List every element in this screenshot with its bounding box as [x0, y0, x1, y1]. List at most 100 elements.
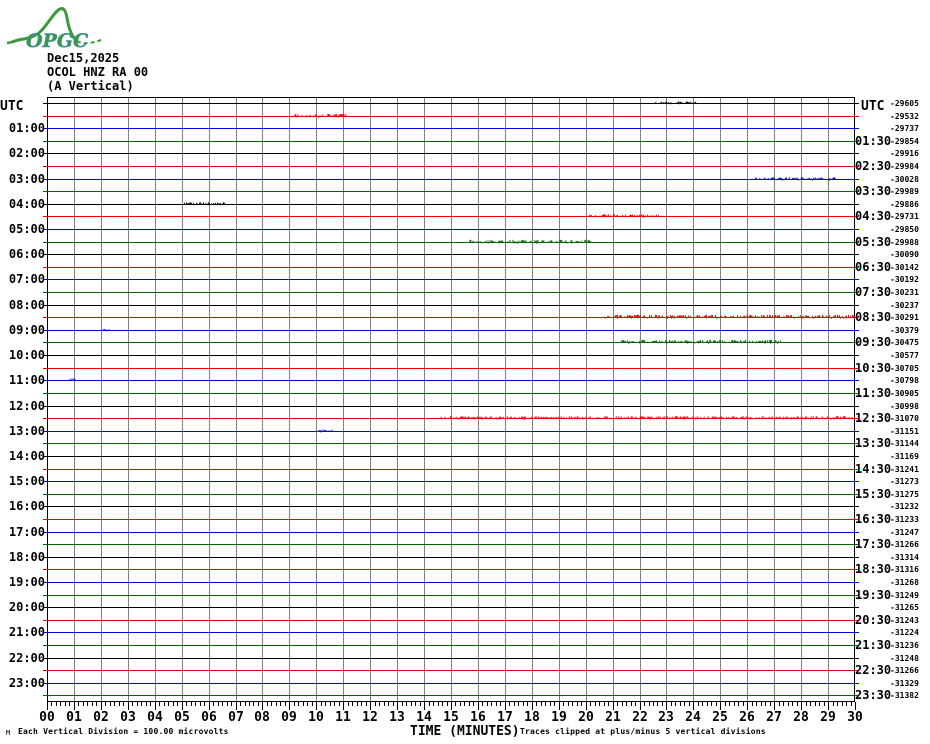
minute-label: 27	[766, 710, 782, 725]
trace-mean-count: -31329	[890, 678, 919, 688]
right-hour-label: 20:30	[855, 612, 892, 627]
trace-mean-count: -29984	[890, 161, 919, 171]
right-hour-label: 11:30	[855, 385, 892, 400]
trace-mean-count: -31249	[890, 590, 919, 600]
trace-mean-count: -29854	[890, 136, 919, 146]
trace-mean-count: -31236	[890, 640, 919, 650]
trace-mean-count: -31275	[890, 489, 919, 499]
trace-mean-count: -30705	[890, 363, 919, 373]
right-hour-label: 16:30	[855, 511, 892, 526]
minute-label: 17	[497, 710, 513, 725]
trace-mean-count: -30237	[890, 300, 919, 310]
trace-mean-count: -30998	[890, 401, 919, 411]
left-hour-label: 06:00	[8, 246, 45, 261]
trace-mean-count: -31151	[890, 426, 919, 436]
minute-label: 18	[524, 710, 540, 725]
trace-mean-count: -31247	[890, 527, 919, 537]
trace-mean-count: -29605	[890, 98, 919, 108]
trace-mean-count: -29737	[890, 123, 919, 133]
trace-mean-count: -29886	[890, 199, 919, 209]
minute-label: 20	[578, 710, 594, 725]
trace-mean-count: -31265	[890, 602, 919, 612]
left-hour-label: 02:00	[8, 145, 45, 160]
left-hour-label: 22:00	[8, 650, 45, 665]
minute-label: 09	[281, 710, 297, 725]
right-hour-label: 19:30	[855, 587, 892, 602]
right-hour-label: 13:30	[855, 435, 892, 450]
right-hour-label: 15:30	[855, 486, 892, 501]
minute-label: 21	[605, 710, 621, 725]
trace-mean-count: -30192	[890, 274, 919, 284]
trace-mean-count: -31266	[890, 539, 919, 549]
right-hour-label: 23:30	[855, 687, 892, 702]
trace-mean-count: -31316	[890, 564, 919, 574]
minute-label: 00	[39, 710, 55, 725]
trace-mean-count: -31070	[890, 413, 919, 423]
left-hour-label: 20:00	[8, 599, 45, 614]
trace-mean-count: -29988	[890, 237, 919, 247]
minute-label: 19	[551, 710, 567, 725]
bottom-axis-title: TIME (MINUTES)	[410, 724, 520, 739]
minute-label: 26	[739, 710, 755, 725]
minute-label: 14	[416, 710, 432, 725]
trace-mean-count: -30475	[890, 337, 919, 347]
minute-label: 11	[335, 710, 351, 725]
right-hour-label: 09:30	[855, 334, 892, 349]
right-hour-label: 12:30	[855, 410, 892, 425]
minute-label: 30	[847, 710, 863, 725]
right-hour-label: 17:30	[855, 536, 892, 551]
right-hour-label: 06:30	[855, 259, 892, 274]
minute-label: 04	[147, 710, 163, 725]
trace-mean-count: -29916	[890, 148, 919, 158]
minute-label: 13	[389, 710, 405, 725]
minute-label: 12	[362, 710, 378, 725]
footer-scale-note: Each Vertical Division = 100.00 microvol…	[18, 727, 229, 736]
right-hour-label: 05:30	[855, 234, 892, 249]
minute-label: 16	[470, 710, 486, 725]
right-hour-label: 21:30	[855, 637, 892, 652]
trace-mean-count: -31248	[890, 653, 919, 663]
trace-mean-count: -31224	[890, 627, 919, 637]
seismic-event	[439, 416, 855, 420]
right-hour-label: 02:30	[855, 158, 892, 173]
left-hour-label: 13:00	[8, 423, 45, 438]
trace-mean-count: -31241	[890, 464, 919, 474]
right-hour-label: 03:30	[855, 183, 892, 198]
trace-mean-count: -30291	[890, 312, 919, 322]
left-hour-label: 07:00	[8, 271, 45, 286]
trace-mean-count: -30905	[890, 388, 919, 398]
left-hour-label: 17:00	[8, 524, 45, 539]
minute-label: 22	[632, 710, 648, 725]
left-hour-label: 08:00	[8, 297, 45, 312]
left-hour-label: 11:00	[8, 372, 45, 387]
left-hour-label: 19:00	[8, 574, 45, 589]
left-hour-label: 03:00	[8, 171, 45, 186]
trace-mean-count: -30379	[890, 325, 919, 335]
trace-mean-count: -29532	[890, 111, 919, 121]
trace-mean-count: -30577	[890, 350, 919, 360]
minute-label: 23	[658, 710, 674, 725]
minute-label: 08	[254, 710, 270, 725]
minute-label: 15	[443, 710, 459, 725]
trace-mean-count: -31266	[890, 665, 919, 675]
seismic-event	[469, 239, 592, 244]
trace-mean-count: -29731	[890, 211, 919, 221]
left-hour-label: 16:00	[8, 498, 45, 513]
seismic-event	[294, 113, 347, 118]
footer-corner-mark: M	[6, 729, 11, 737]
left-hour-label: 23:00	[8, 675, 45, 690]
trace-mean-count: -31382	[890, 690, 919, 700]
trace-mean-count: -30028	[890, 174, 919, 184]
left-hour-label: 01:00	[8, 120, 45, 135]
trace-mean-count: -31314	[890, 552, 919, 562]
left-hour-label: 18:00	[8, 549, 45, 564]
right-hour-label: 22:30	[855, 662, 892, 677]
helicorder-page: OPGC Dec15,2025 OCOL HNZ RA 00 (A Vertic…	[0, 0, 930, 744]
left-hour-label: 05:00	[8, 221, 45, 236]
right-hour-label: 10:30	[855, 360, 892, 375]
minute-label: 03	[120, 710, 136, 725]
trace-mean-count: -30090	[890, 249, 919, 259]
trace-mean-count: -31144	[890, 438, 919, 448]
trace-mean-count: -31268	[890, 577, 919, 587]
trace-mean-count: -29850	[890, 224, 919, 234]
